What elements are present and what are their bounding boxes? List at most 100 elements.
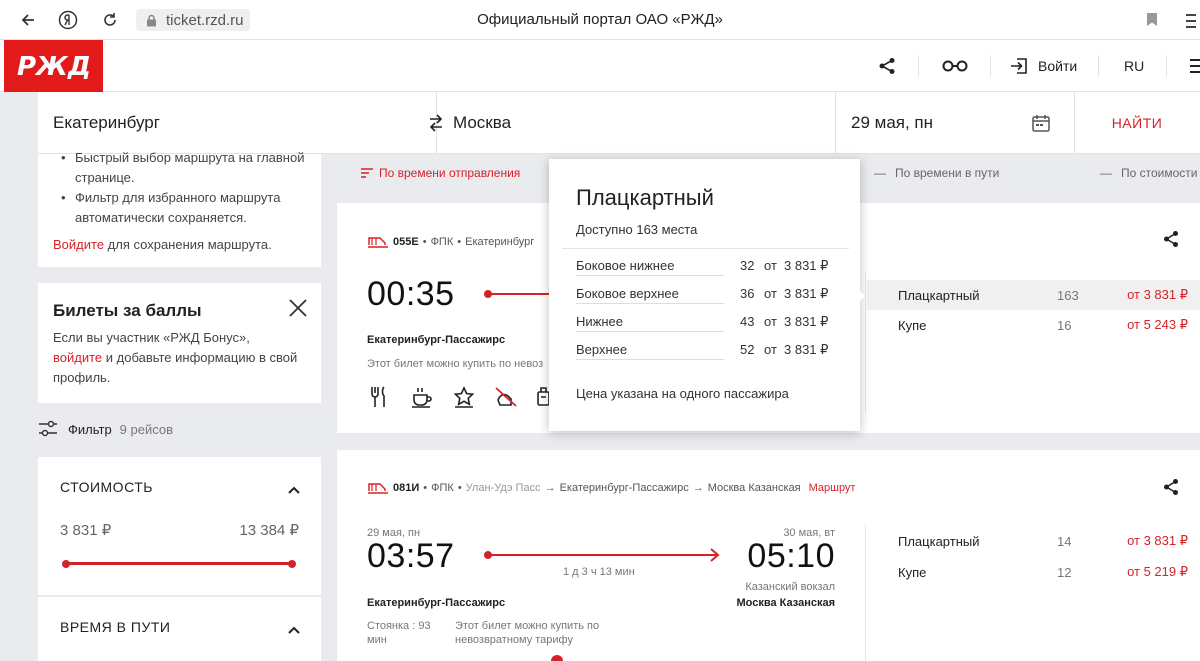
seat-details-popup: Плацкартный Доступно 163 места Боковое н… [549,159,865,431]
carrier: ФПК [430,236,454,248]
hamburger-menu-icon[interactable] [1190,40,1200,92]
tip-item: • Фильтр для избранного маршрута автомати… [61,190,281,225]
share-icon[interactable] [878,40,896,92]
arrival-time: 05:10 [747,537,835,575]
cost-slider-min-handle[interactable] [62,560,70,568]
filter-count: 9 рейсов [119,421,174,437]
cost-slider-track [66,562,294,565]
tip-item: • Быстрый выбор маршрута на главной стран… [61,150,305,185]
bonus-text: Если вы участник «РЖД Бонус», войдите и д… [53,330,298,385]
accessibility-glasses-icon[interactable] [942,40,968,92]
train-number: 081И [393,482,420,494]
seat-type-row: Нижнее 43 от 3 831 ₽ [576,314,836,334]
timeline-dot [551,655,563,661]
language-switch[interactable]: RU [1124,40,1144,92]
rzd-logo-icon: РЖД [17,52,91,81]
train-meta: 081И • ФПК • Улан-Удэ Пасс → Екатеринбург-П… [367,481,855,495]
sort-by-cost[interactable]: — По стоимости [1100,166,1198,180]
travel-time-title: ВРЕМЯ В ПУТИ [60,619,171,635]
svg-text:РЖД: РЖД [17,52,91,81]
travel-time-filter: ВРЕМЯ В ПУТИ [38,597,321,661]
swap-stations-icon[interactable] [428,92,444,154]
route-line [490,293,555,295]
route-line [490,554,718,556]
no-pets-icon [494,386,518,413]
route-end: Москва Казанская [707,482,801,494]
from-field[interactable]: Екатеринбург [53,92,160,154]
train-route: Екатеринбург [465,236,535,248]
route-origin: Улан-Удэ Пасс [465,482,541,494]
popup-pointer [858,289,865,303]
sort-by-travel-time[interactable]: — По времени в пути [874,166,999,180]
train-icon [368,483,388,494]
arrival-station: Москва Казанская [736,597,836,609]
route-tips-card: • Быстрый выбор маршрута на главной стран… [38,150,321,267]
popup-available: Доступно 163 места [576,222,698,237]
bookmark-icon[interactable] [1146,12,1158,32]
browser-page-title: Официальный портал ОАО «РЖД» [477,11,723,28]
comfort-star-icon [453,386,475,413]
train-icon [368,237,388,248]
train-number: 055Е [393,236,419,248]
bonus-login-link[interactable]: войдите [53,350,102,365]
filter-icon [39,420,57,437]
carrier: ФПК [431,482,454,494]
train-meta: 055Е • ФПК • Екатеринбург [367,235,534,249]
chevron-up-icon[interactable] [288,621,300,639]
nonrefundable-note: Этот билет можно купить по невозвратному… [455,620,600,646]
share-icon[interactable] [1163,230,1179,253]
login-hint: Войдите для сохранения маршрута. [53,237,272,252]
departure-station: Екатеринбург-Пассажирс [367,597,506,609]
luggage-icon [537,386,550,413]
arrow-head-icon [710,548,720,562]
class-row-kupe[interactable]: Купе 16 от 5 243 ₽ [867,310,1200,340]
route-link[interactable]: Маршрут [809,482,856,494]
departure-time: 03:57 [367,537,455,575]
site-header: РЖД Войти RU [0,40,1200,92]
duration: 1 д 3 ч 13 мин [563,566,635,578]
rzd-logo[interactable]: РЖД [4,40,103,92]
bonus-card: Билеты за баллы Если вы участник «РЖД Бо… [38,283,321,403]
class-row-platskart[interactable]: Плацкартный 14 от 3 831 ₽ [867,526,1200,556]
popup-title: Плацкартный [576,185,714,210]
filter-label: Фильтр [68,421,112,437]
cost-title: СТОИМОСТЬ [60,479,153,495]
seat-type-row: Боковое верхнее 36 от 3 831 ₽ [576,286,836,306]
date-field[interactable]: 29 мая, пн [851,92,933,154]
train-card: 081И • ФПК • Улан-Удэ Пасс → Екатеринбург-П… [337,450,1200,661]
seat-type-row: Боковое нижнее 32 от 3 831 ₽ [576,258,836,278]
filter-toggle[interactable]: Фильтр 9 рейсов [38,420,173,438]
browser-menu-icon[interactable] [1186,6,1196,37]
sort-icon [361,168,373,178]
sort-by-departure[interactable]: По времени отправления [361,166,520,180]
coffee-icon [411,386,433,413]
share-icon[interactable] [1163,478,1179,501]
login-button[interactable]: Войти [1010,40,1077,92]
popup-footer: Цена указана на одного пассажира [576,386,789,401]
cost-filter: СТОИМОСТЬ 3 831 ₽ 13 384 ₽ [38,457,321,596]
restaurant-icon [369,386,389,413]
class-row-kupe[interactable]: Купе 12 от 5 219 ₽ [867,557,1200,587]
close-icon[interactable] [288,298,308,323]
bonus-title: Билеты за баллы [53,301,202,320]
search-bar: Екатеринбург Москва 29 мая, пн НАЙТИ [38,92,1200,154]
cost-max: 13 384 ₽ [239,522,299,539]
cost-min: 3 831 ₽ [60,522,112,539]
nonrefundable-note: Этот билет можно купить по невоз [367,358,544,370]
login-link[interactable]: Войдите [53,237,104,252]
browser-toolbar: ticket.rzd.ru Официальный портал ОАО «РЖ… [0,0,1200,40]
login-label: Войти [1038,58,1078,74]
login-icon [1011,58,1027,74]
to-field[interactable]: Москва [453,92,511,154]
departure-station: Екатеринбург-Пассажирс [367,334,506,346]
seat-type-row: Верхнее 52 от 3 831 ₽ [576,342,836,362]
stop-duration: Стоянка : 93 мин [367,620,431,646]
route-mid: Екатеринбург-Пассажирс [559,482,689,494]
departure-time: 00:35 [367,275,455,313]
chevron-up-icon[interactable] [288,481,300,499]
find-button[interactable]: НАЙТИ [1074,92,1200,154]
class-row-platskart[interactable]: Плацкартный 163 от 3 831 ₽ [867,280,1200,310]
arrival-terminal: Казанский вокзал [745,581,835,593]
cost-slider-max-handle[interactable] [288,560,296,568]
calendar-icon[interactable] [1032,92,1050,154]
